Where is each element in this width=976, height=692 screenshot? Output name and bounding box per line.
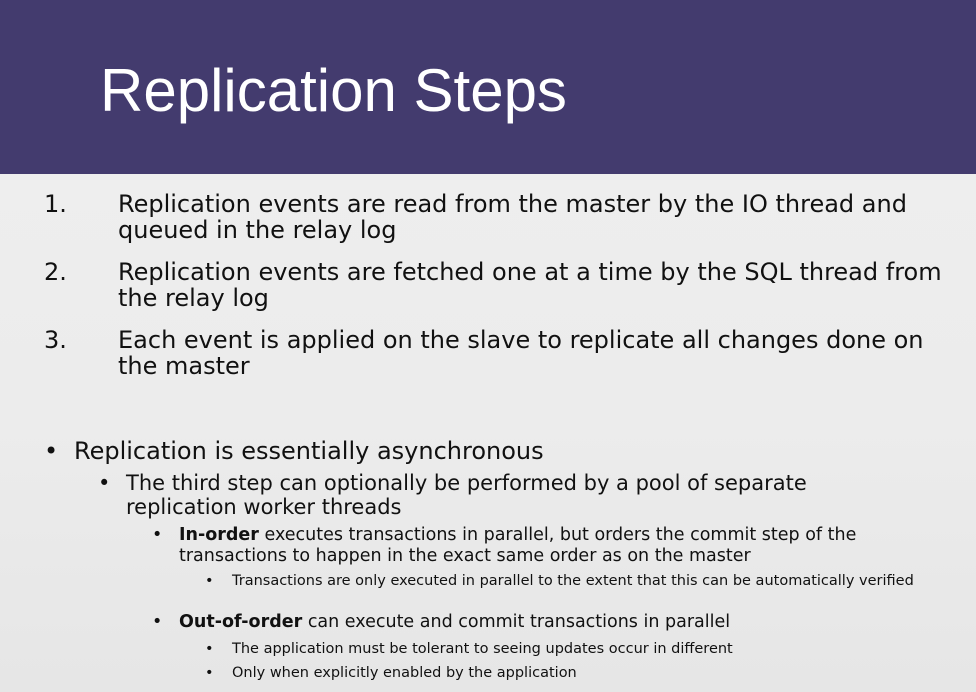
in-order-text: executes transactions in parallel, but o…: [179, 525, 857, 566]
step-text: Replication events are read from the mas…: [118, 190, 907, 244]
bullet-dot: •: [205, 665, 214, 681]
slide-title: Replication Steps: [100, 57, 567, 124]
out-of-order-label: Out-of-order: [179, 612, 303, 632]
slide: Replication Steps 1. Replication events …: [0, 0, 976, 692]
bullet-text: Transactions are only executed in parall…: [232, 573, 914, 589]
in-order-label: In-order: [179, 525, 259, 545]
bullet-dot: •: [152, 525, 163, 545]
title-bar: Replication Steps: [0, 0, 976, 174]
bullet-text: Replication is essentially asynchronous: [74, 437, 544, 465]
step-number: 1.: [44, 190, 67, 218]
bullet-dot: •: [152, 612, 163, 632]
bullet-dot: •: [205, 641, 214, 657]
bullet-dot: •: [98, 471, 111, 495]
bullet-dot: •: [205, 573, 214, 589]
out-of-order-text: can execute and commit transactions in p…: [302, 612, 731, 632]
step-number: 2.: [44, 258, 67, 286]
step-number: 3.: [44, 326, 67, 354]
bullet-dot: •: [44, 437, 59, 465]
bullet-text: The third step can optionally be perform…: [126, 471, 807, 519]
bullet-text: In-order executes transactions in parall…: [179, 525, 939, 567]
step-text: Replication events are fetched one at a …: [118, 258, 942, 312]
step-text: Each event is applied on the slave to re…: [118, 326, 924, 380]
bullet-text: The application must be tolerant to seei…: [232, 641, 733, 657]
bullet-text: Out-of-order can execute and commit tran…: [179, 612, 939, 633]
bullet-text: Only when explicitly enabled by the appl…: [232, 665, 577, 681]
